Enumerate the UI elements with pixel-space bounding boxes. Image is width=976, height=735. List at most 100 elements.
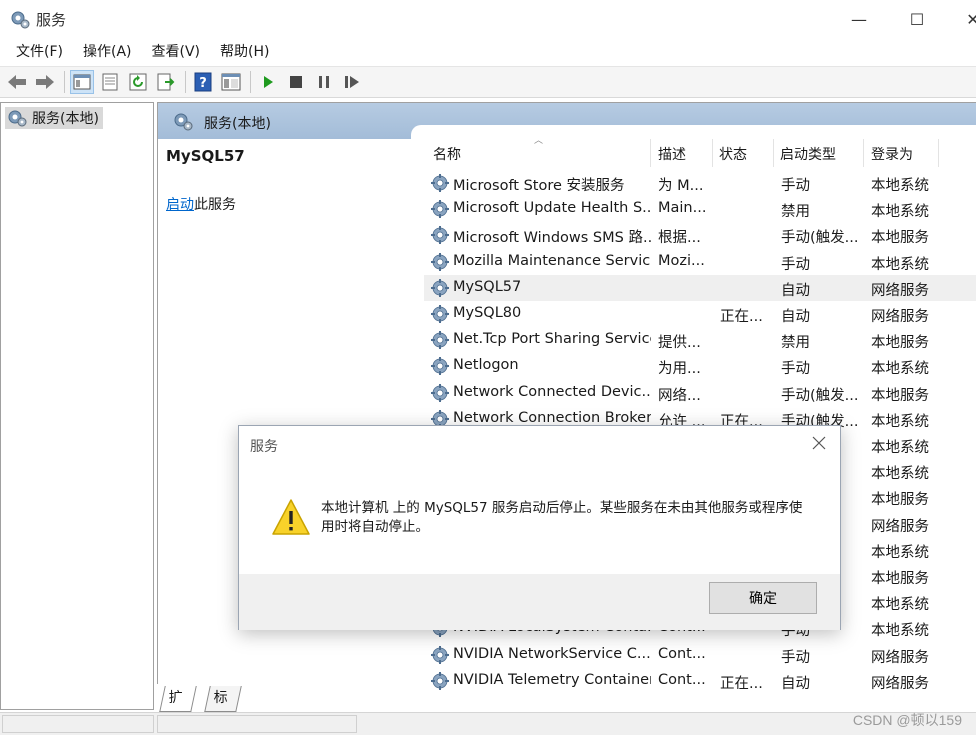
tab-standard[interactable]: 标准	[204, 686, 242, 730]
services-gear-icon	[11, 11, 30, 29]
service-gear-icon	[430, 330, 450, 350]
column-separator[interactable]	[863, 139, 864, 167]
service-startup-type-cell: 手动	[781, 178, 810, 194]
console-icon[interactable]	[219, 70, 243, 94]
column-header-startup-type[interactable]: 启动类型	[780, 144, 836, 164]
show-hide-tree-icon[interactable]	[70, 70, 94, 94]
sort-ascending-icon: ︿	[534, 136, 544, 146]
service-logon-cell: 本地系统	[871, 361, 929, 378]
service-name-cell: Network Connected Devic...	[453, 383, 651, 400]
service-logon-cell: 本地系统	[871, 256, 929, 273]
column-separator[interactable]	[650, 139, 651, 167]
stop-service-icon[interactable]	[284, 70, 308, 94]
table-row[interactable]: Mozilla Maintenance Service Mozi... 手动 本地系统	[424, 249, 976, 275]
service-status-cell: 正在...	[720, 675, 763, 692]
service-logon-cell: 本地服务	[871, 492, 929, 509]
start-service-suffix: 此服务	[194, 197, 236, 213]
service-description-cell: Cont...	[658, 645, 706, 662]
service-startup-type-cell: 禁用	[781, 335, 810, 352]
service-gear-icon	[430, 304, 450, 324]
service-logon-cell: 本地服务	[871, 571, 929, 587]
service-name-cell: Microsoft Update Health S...	[453, 200, 651, 217]
column-header-description[interactable]: 描述	[658, 144, 686, 164]
ok-button[interactable]: 确定	[709, 582, 817, 614]
menu-bar: 文件(F) 操作(A) 查看(V) 帮助(H)	[0, 38, 976, 66]
table-row[interactable]: Microsoft Windows SMS 路... 根据... 手动(触发... 本…	[424, 222, 976, 248]
service-description-cell: Cont...	[658, 671, 706, 688]
menu-file[interactable]: 文件(F)	[6, 38, 73, 66]
column-header-logon[interactable]: 登录为	[871, 144, 913, 164]
column-header-status[interactable]: 状态	[719, 144, 747, 164]
table-row[interactable]: MySQL57 自动 网络服务	[424, 274, 976, 301]
dialog-footer: 确定	[239, 574, 840, 630]
pause-service-icon[interactable]	[312, 70, 336, 94]
maximize-button[interactable]: ☐	[894, 0, 940, 38]
dialog-title: 服务	[250, 439, 278, 455]
resume-service-icon[interactable]	[340, 70, 364, 94]
service-logon-cell: 本地服务	[871, 387, 929, 404]
column-separator[interactable]	[938, 139, 939, 167]
services-gear-icon	[8, 110, 27, 127]
service-logon-cell: 网络服务	[871, 309, 929, 325]
column-header-name[interactable]: 名称	[433, 144, 461, 164]
toolbar-separator	[64, 71, 65, 93]
service-startup-type-cell: 自动	[781, 675, 810, 692]
table-row[interactable]: Microsoft Store 安装服务 为 M... 手动 本地系统	[424, 170, 976, 196]
menu-view[interactable]: 查看(V)	[142, 38, 211, 66]
dialog-close-icon[interactable]	[808, 432, 830, 454]
column-separator[interactable]	[712, 139, 713, 167]
table-row[interactable]: NVIDIA Telemetry Container Cont... 正在... 自动…	[424, 668, 976, 694]
service-error-dialog: 服务 本地计算机 上的 MySQL57 服务启动后停止。某些服务在未由其他服务或…	[238, 425, 841, 630]
refresh-icon[interactable]	[126, 70, 150, 94]
pane-header-title: 服务(本地)	[204, 116, 271, 132]
services-gear-icon	[174, 113, 193, 131]
toolbar-separator	[185, 71, 186, 93]
service-logon-cell: 网络服务	[871, 518, 929, 535]
service-name-cell: Net.Tcp Port Sharing Service	[453, 331, 651, 348]
table-row[interactable]: NVIDIA NetworkService C... Cont... 手动 网络服务	[424, 642, 976, 668]
menu-help[interactable]: 帮助(H)	[210, 38, 279, 66]
service-name-cell: NVIDIA Telemetry Container	[453, 671, 651, 688]
back-arrow-icon[interactable]	[5, 70, 29, 94]
table-row[interactable]: MySQL80 正在... 自动 网络服务	[424, 301, 976, 327]
service-name-cell: Netlogon	[453, 357, 519, 374]
dialog-message: 本地计算机 上的 MySQL57 服务启动后停止。某些服务在未由其他服务或程序使…	[321, 500, 803, 535]
service-logon-cell: 本地系统	[871, 597, 929, 614]
service-status-cell: 正在...	[720, 309, 763, 325]
minimize-button[interactable]: —	[836, 0, 882, 38]
help-icon[interactable]: ?	[191, 70, 215, 94]
service-startup-type-cell: 手动(触发...	[781, 387, 859, 404]
service-description-cell: Mozi...	[658, 252, 705, 269]
start-service-icon[interactable]	[256, 70, 280, 94]
start-service-link[interactable]: 启动	[166, 197, 194, 213]
service-gear-icon	[430, 645, 450, 665]
tree-item-services-local[interactable]: 服务(本地)	[5, 107, 103, 129]
column-separator[interactable]	[773, 139, 774, 167]
service-logon-cell: 本地系统	[871, 623, 929, 640]
service-startup-type-cell: 手动	[781, 649, 810, 666]
warning-icon	[272, 499, 310, 535]
service-logon-cell: 本地系统	[871, 413, 929, 430]
table-row[interactable]: Microsoft Update Health S... Main... 禁用 本地系…	[424, 196, 976, 222]
properties-icon[interactable]	[98, 70, 122, 94]
menu-action[interactable]: 操作(A)	[73, 38, 142, 66]
service-startup-type-cell: 手动(触发...	[781, 230, 859, 247]
toolbar-separator	[250, 71, 251, 93]
forward-arrow-icon[interactable]	[33, 70, 57, 94]
svg-text:?: ?	[199, 76, 207, 91]
table-row[interactable]: Net.Tcp Port Sharing Service 提供... 禁用 本地服务	[424, 327, 976, 353]
service-logon-cell: 本地服务	[871, 335, 929, 352]
service-name-cell: Microsoft Store 安装服务	[453, 178, 625, 194]
service-gear-icon	[430, 173, 450, 193]
service-name-cell: Mozilla Maintenance Service	[453, 252, 651, 269]
service-logon-cell: 本地系统	[871, 204, 929, 221]
tab-extended[interactable]: 扩展	[159, 686, 197, 730]
export-list-icon[interactable]	[154, 70, 178, 94]
close-button[interactable]: ✕	[950, 0, 976, 38]
service-name-cell: NVIDIA NetworkService C...	[453, 645, 651, 662]
table-row[interactable]: Network Connected Devic... 网络... 手动(触发... 本…	[424, 380, 976, 406]
window-title: 服务	[36, 11, 67, 29]
table-row[interactable]: Netlogon 为用... 手动 本地系统	[424, 353, 976, 379]
service-gear-icon	[430, 356, 450, 376]
service-gear-icon	[430, 199, 450, 219]
